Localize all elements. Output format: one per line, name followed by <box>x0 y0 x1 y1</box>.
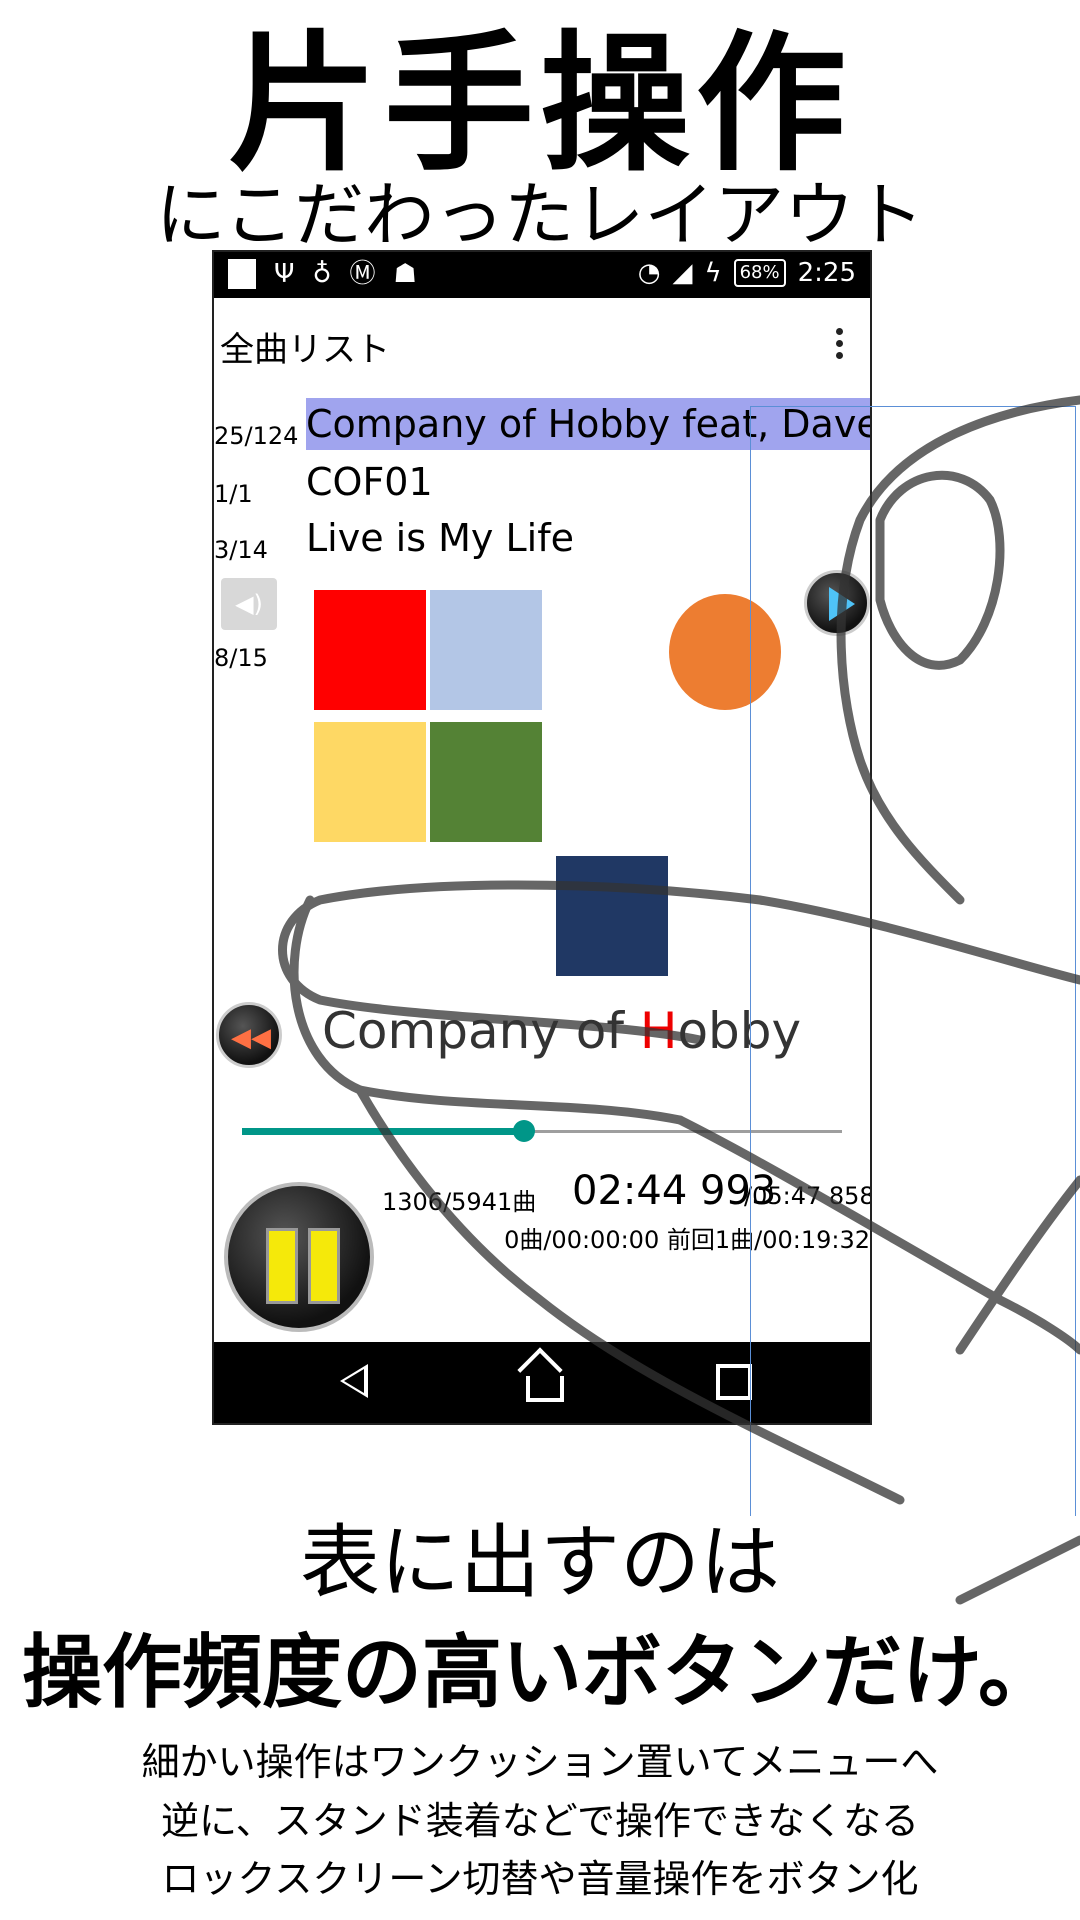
charging-icon: ϟ <box>704 258 722 288</box>
artwork-tile-lightblue[interactable] <box>430 590 542 710</box>
song-title[interactable]: Live is My Life <box>306 512 574 564</box>
back-icon[interactable] <box>340 1364 368 1398</box>
lead-line-1: 表に出すのは <box>300 1516 780 1609</box>
speaker-icon: ◀) <box>235 590 263 618</box>
recent-apps-icon[interactable] <box>716 1364 752 1400</box>
pause-icon <box>266 1228 298 1304</box>
brand-logo: Company of Hobby <box>322 1002 801 1060</box>
description-line-2: 逆に、スタンド装着などで操作できなくなる <box>160 1799 920 1843</box>
app-title[interactable]: 全曲リスト <box>220 322 390 371</box>
song-counter: 3/14 <box>214 536 268 564</box>
headline-subtitle: にこだわったレイアウト <box>155 174 925 256</box>
shield-m-icon: Ⓜ <box>349 259 376 289</box>
thumb-reach-guide <box>750 406 1076 1516</box>
album-title[interactable]: COF01 <box>306 456 433 508</box>
artwork-tile-green[interactable] <box>430 722 542 842</box>
android-icon: ☗ <box>393 259 417 289</box>
clock: 2:25 <box>797 258 856 288</box>
lightbulb-icon: ♁ <box>312 259 332 289</box>
previous-button[interactable]: ◀◀ <box>216 1002 282 1068</box>
rewind-icon: ◀◀ <box>231 1023 271 1053</box>
brand-highlight: H <box>639 1002 678 1060</box>
notification-square-icon <box>228 259 256 289</box>
description-line-1: 細かい操作はワンクッション置いてメニューへ <box>141 1740 939 1784</box>
signal-icon: ◢ <box>672 258 693 288</box>
album-counter: 1/1 <box>214 480 253 508</box>
artwork-tile-yellow[interactable] <box>314 722 426 842</box>
lead-line-2: 操作頻度の高いボタンだけ。 <box>22 1626 1058 1719</box>
volume-counter: 8/15 <box>214 644 268 672</box>
pause-icon <box>308 1228 340 1304</box>
app-bar: 全曲リスト <box>214 298 870 394</box>
headline-title: 片手操作 <box>227 18 852 192</box>
more-vert-icon[interactable] <box>836 328 844 364</box>
pause-button[interactable] <box>224 1182 374 1332</box>
battery-indicator: 68% <box>733 259 786 287</box>
seek-bar-thumb[interactable] <box>513 1120 535 1142</box>
status-bar: Ψ ♁ Ⓜ ☗ ◔ ◢ ϟ 68% 2:25 <box>214 252 870 298</box>
brand-prefix: Company of <box>322 1002 640 1060</box>
artwork-tile-navy[interactable] <box>556 856 668 976</box>
seek-bar-progress <box>242 1128 524 1135</box>
track-counter: 25/124 <box>214 422 299 450</box>
song-count: 1306/5941曲 <box>382 1188 537 1216</box>
description-line-3: ロックスクリーン切替や音量操作をボタン化 <box>161 1857 919 1901</box>
wifi-icon: ◔ <box>637 258 661 288</box>
home-icon[interactable] <box>526 1376 564 1402</box>
usb-icon: Ψ <box>274 259 295 289</box>
artwork-tile-red[interactable] <box>314 590 426 710</box>
volume-button[interactable]: ◀) <box>221 578 277 630</box>
